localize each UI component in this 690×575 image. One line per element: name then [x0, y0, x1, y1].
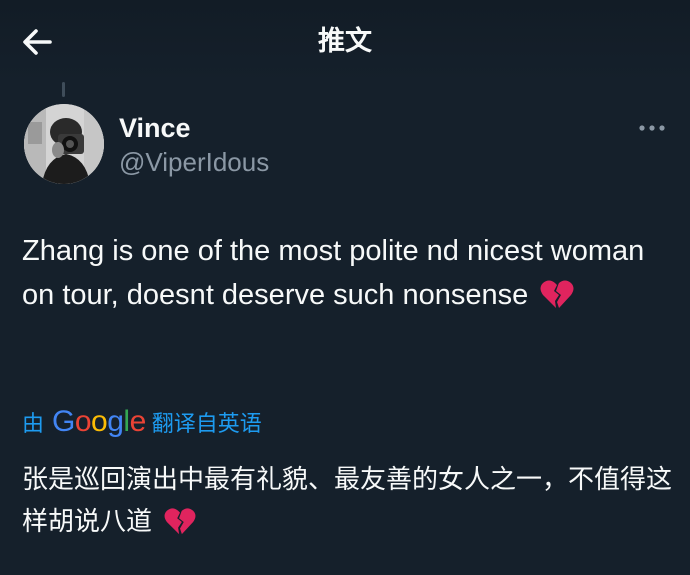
translation-attribution[interactable]: 由 Google 翻译自英语 — [22, 402, 262, 442]
thread-connector-line — [62, 82, 65, 97]
author-handle[interactable]: @ViperIdous — [119, 146, 269, 178]
translated-body: 张是巡回演出中最有礼貌、最友善的女人之一，不值得这样胡说八道 — [22, 459, 672, 543]
translation-prefix: 由 — [22, 412, 45, 437]
google-logo: Google — [52, 405, 146, 438]
broken-heart-icon — [540, 280, 574, 308]
tweet-detail-screen: 推文 Vince @ViperIdous Zhang is one of the… — [0, 0, 690, 575]
more-options-button[interactable] — [634, 116, 670, 140]
tweet-body: Zhang is one of the most polite nd nices… — [22, 229, 662, 317]
author-display-name[interactable]: Vince — [119, 111, 191, 145]
avatar[interactable] — [24, 104, 104, 184]
ellipsis-icon — [639, 125, 665, 131]
top-bar: 推文 — [0, 0, 690, 82]
translated-text: 张是巡回演出中最有礼貌、最友善的女人之一，不值得这样胡说八道 — [22, 465, 673, 537]
broken-heart-icon — [164, 508, 196, 535]
page-title: 推文 — [318, 26, 372, 57]
translation-suffix: 翻译自英语 — [151, 412, 262, 437]
profile-photo-icon — [24, 104, 104, 184]
